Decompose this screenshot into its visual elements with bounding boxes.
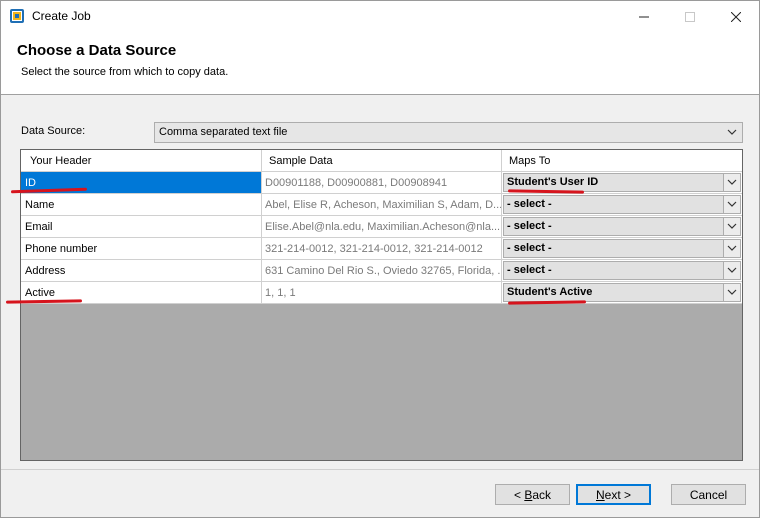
title-bar: Create Job xyxy=(1,1,759,32)
create-job-dialog: Create Job Choose a Data Source Select t… xyxy=(0,0,760,518)
data-source-select[interactable]: Comma separated text file xyxy=(154,122,743,143)
footer-divider xyxy=(1,469,759,470)
table-row: Address 631 Camino Del Rio S., Oviedo 32… xyxy=(21,260,742,282)
maps-to-value: - select - xyxy=(507,264,552,276)
back-button-label: ack xyxy=(532,487,552,502)
minimize-icon xyxy=(639,16,649,17)
maximize-icon xyxy=(685,11,695,22)
chevron-down-icon xyxy=(726,126,738,138)
chevron-down-icon xyxy=(723,262,740,279)
chevron-down-icon xyxy=(723,218,740,235)
maps-to-value: - select - xyxy=(507,198,552,210)
sample-data-cell: 1, 1, 1 xyxy=(262,282,502,304)
close-icon xyxy=(731,11,741,22)
next-button[interactable]: Next > xyxy=(576,484,651,505)
chevron-down-icon xyxy=(723,196,740,213)
sample-data-cell: D00901188, D00900881, D00908941 xyxy=(262,172,502,194)
wizard-header: Choose a Data Source Select the source f… xyxy=(1,32,759,95)
sample-data-cell: 321-214-0012, 321-214-0012, 321-214-0012 xyxy=(262,238,502,260)
maps-to-value: - select - xyxy=(507,220,552,232)
chevron-down-icon xyxy=(723,284,740,301)
maps-to-select[interactable]: Student's Active xyxy=(503,283,741,302)
sample-data-cell: Elise.Abel@nla.edu, Maximilian.Acheson@n… xyxy=(262,216,502,238)
page-subtitle: Select the source from which to copy dat… xyxy=(21,66,229,78)
maps-to-cell: - select - xyxy=(502,194,742,216)
column-header-sample-data[interactable]: Sample Data xyxy=(262,150,502,172)
maps-to-select[interactable]: - select - xyxy=(503,195,741,214)
minimize-button[interactable] xyxy=(621,1,667,32)
maximize-button[interactable] xyxy=(667,1,713,32)
maps-to-value: Student's User ID xyxy=(507,176,599,188)
chevron-down-icon xyxy=(723,240,740,257)
maps-to-select[interactable]: - select - xyxy=(503,217,741,236)
maps-to-select[interactable]: - select - xyxy=(503,239,741,258)
data-source-value: Comma separated text file xyxy=(159,126,288,138)
table-row: Phone number 321-214-0012, 321-214-0012,… xyxy=(21,238,742,260)
back-button-accelerator: B xyxy=(524,487,533,502)
next-button-accelerator: N xyxy=(595,487,605,502)
maps-to-cell: - select - xyxy=(502,238,742,260)
header-cell[interactable]: Address xyxy=(21,260,262,282)
column-header-maps-to[interactable]: Maps To xyxy=(502,150,742,172)
mapping-grid: Your Header Sample Data Maps To ID D0090… xyxy=(20,149,743,461)
table-row: Name Abel, Elise R, Acheson, Maximilian … xyxy=(21,194,742,216)
close-button[interactable] xyxy=(713,1,759,32)
table-row: Active 1, 1, 1 Student's Active xyxy=(21,282,742,304)
column-header-your-header[interactable]: Your Header xyxy=(21,150,262,172)
maps-to-select[interactable]: - select - xyxy=(503,261,741,280)
chevron-down-icon xyxy=(723,174,740,191)
maps-to-cell: - select - xyxy=(502,216,742,238)
grid-header: Your Header Sample Data Maps To xyxy=(21,150,742,172)
cancel-button[interactable]: Cancel xyxy=(671,484,746,505)
header-cell[interactable]: Phone number xyxy=(21,238,262,260)
back-button[interactable]: < Back xyxy=(495,484,570,505)
sample-data-cell: Abel, Elise R, Acheson, Maximilian S, Ad… xyxy=(262,194,502,216)
maps-to-value: - select - xyxy=(507,242,552,254)
back-button-prefix: < xyxy=(513,487,525,502)
header-cell[interactable]: Name xyxy=(21,194,262,216)
data-source-label: Data Source: xyxy=(21,125,86,137)
page-title: Choose a Data Source xyxy=(17,42,177,59)
table-row: ID D00901188, D00900881, D00908941 Stude… xyxy=(21,172,742,194)
maps-to-cell: - select - xyxy=(502,260,742,282)
header-cell[interactable]: Email xyxy=(21,216,262,238)
maps-to-value: Student's Active xyxy=(507,286,593,298)
window-title: Create Job xyxy=(32,9,91,23)
table-row: Email Elise.Abel@nla.edu, Maximilian.Ach… xyxy=(21,216,742,238)
next-button-label: ext > xyxy=(604,487,632,502)
sample-data-cell: 631 Camino Del Rio S., Oviedo 32765, Flo… xyxy=(262,260,502,282)
app-icon xyxy=(9,8,25,24)
